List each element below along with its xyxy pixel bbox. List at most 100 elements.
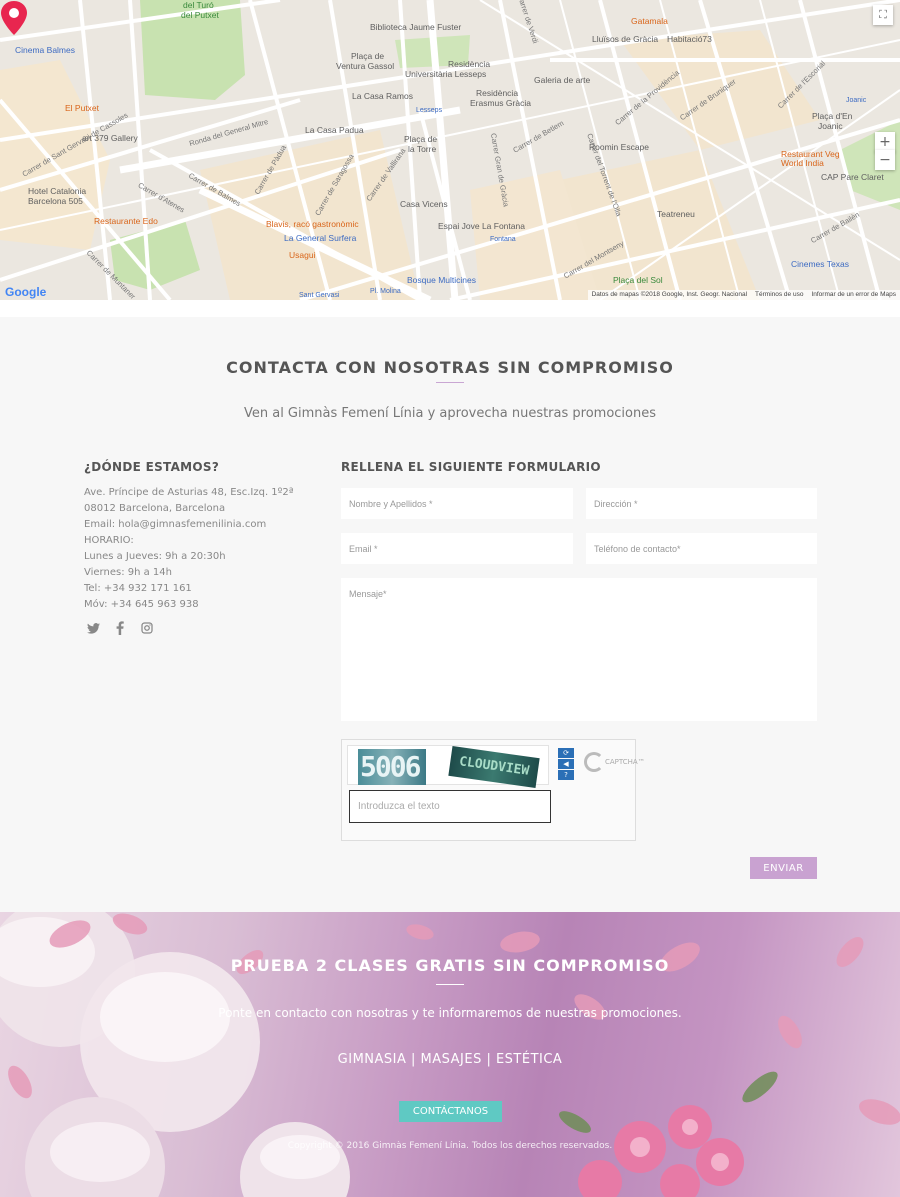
map-poi-galeria[interactable]: Galeria de arte [534, 75, 590, 85]
map-poi-cap-pare[interactable]: CAP Pare Claret [821, 172, 884, 182]
map-data-credit: Datos de mapas ©2018 Google, Inst. Geogr… [591, 291, 748, 298]
instagram-icon[interactable] [140, 621, 154, 635]
captcha-controls: ⟳ ◀ ? [558, 748, 574, 780]
map-poi-placa-torre-2: la Torre [408, 144, 437, 154]
map-poi-teatreneu[interactable]: Teatreneu [657, 209, 695, 219]
divider-band [0, 300, 900, 317]
map-report-link[interactable]: Informar de un error de Maps [811, 290, 896, 300]
name-input[interactable]: Nombre y Apellidos * [341, 488, 573, 519]
map-poi-cinemes-texas[interactable]: Cinemes Texas [791, 259, 849, 269]
captcha-text-right: CLOUDVIEW [448, 746, 540, 788]
captcha-placeholder: Introduzca el texto [358, 801, 440, 812]
location-pin-icon[interactable] [0, 0, 28, 36]
map-poi-placa-ventura: Plaça de [351, 51, 385, 61]
map-poi-usagui[interactable]: Usagui [289, 250, 315, 260]
map-poi-restaurante-edo[interactable]: Restaurante Edo [94, 216, 158, 226]
mobile-line[interactable]: Móv: +34 645 963 938 [84, 597, 293, 613]
hours-line: Viernes: 9h a 14h [84, 567, 172, 578]
map-poi-hotel-catalonia[interactable]: Hotel Catalonia [28, 186, 86, 196]
fullscreen-icon[interactable]: ⛶ [873, 5, 893, 25]
twitter-icon[interactable] [86, 621, 100, 635]
copyright-text: Copyright © 2016 Gimnàs Femení Línia. To… [287, 1141, 613, 1151]
contact-subtitle: Ven al Gimnàs Femení Línia y aprovecha n… [243, 406, 657, 421]
map-poi-placa-joanic: Plaça d'En [812, 111, 853, 121]
map-terms-link[interactable]: Términos de uso [755, 290, 803, 300]
map-poi-casa-vicens[interactable]: Casa Vicens [400, 199, 448, 209]
captcha-logo: CAPTCHA™ [584, 752, 645, 772]
audio-icon[interactable]: ◀ [558, 759, 574, 769]
where-title: ¿DÓNDE ESTAMOS? [84, 460, 220, 474]
facebook-icon[interactable] [113, 621, 127, 635]
form-title: RELLENA EL SIGUIENTE FORMULARIO [341, 460, 601, 474]
hero-services: GIMNASIA | MASAJES | ESTÉTICA [337, 1052, 563, 1067]
captcha-logo-text: CAPTCHA™ [605, 758, 645, 766]
address-placeholder: Dirección * [594, 498, 638, 509]
captcha-input[interactable]: Introduzca el texto [349, 790, 551, 823]
hours-label: HORARIO: [84, 535, 134, 546]
phone-input[interactable]: Teléfono de contacto* [586, 533, 817, 564]
map-poi-la-casa-padua[interactable]: La Casa Padua [305, 125, 364, 135]
map-poi-el-putxet[interactable]: El Putxet [65, 103, 99, 113]
contact-us-button[interactable]: CONTÁCTANOS [399, 1101, 502, 1122]
map-poi-placa-torre: Plaça de [404, 134, 438, 144]
help-icon[interactable]: ? [558, 770, 574, 780]
email-input[interactable]: Email * [341, 533, 573, 564]
map-poi-bosque[interactable]: Bosque Multicines [407, 275, 476, 285]
google-logo-text: Google [5, 285, 47, 299]
title-divider [436, 382, 464, 383]
address-line: Ave. Príncipe de Asturias 48, Esc.Izq. 1… [84, 487, 294, 498]
map-poi-placa-joanic-2: Joanic [818, 121, 843, 131]
zoom-in-button[interactable]: + [875, 132, 895, 152]
hours-line: Lunes a Jueves: 9h a 20:30h [84, 551, 226, 562]
map-poi-residencia-2: Universitària Lesseps [405, 69, 487, 79]
map-poi-placa-ventura-2: Ventura Gassol [336, 61, 395, 71]
message-textarea[interactable]: Mensaje* [341, 578, 817, 721]
map-poi-veg-world-2: World India [781, 158, 824, 168]
address-line: 08012 Barcelona, Barcelona [84, 503, 226, 514]
captcha-text-left: 5006 [358, 749, 426, 785]
map-poi-la-casa-ramos[interactable]: La Casa Ramos [352, 91, 413, 101]
google-logo: Google [5, 285, 46, 299]
social-links [86, 621, 154, 635]
refresh-icon[interactable]: ⟳ [558, 748, 574, 758]
hero-subtitle: Ponte en contacto con nosotras y te info… [218, 1006, 682, 1020]
map-metro-lesseps[interactable]: Lesseps [416, 106, 442, 116]
map-rail-sant-gervasi[interactable]: Sant Gervasi [299, 291, 339, 300]
address-block: Ave. Príncipe de Asturias 48, Esc.Izq. 1… [84, 485, 293, 613]
captcha-ring-icon [584, 752, 604, 772]
google-map[interactable]: Cinema Balmes El Putxet art 379 Gallery … [0, 0, 900, 300]
hero-title: PRUEBA 2 CLASES GRATIS SIN COMPROMISO [230, 956, 670, 975]
email-placeholder: Email * [349, 543, 378, 554]
map-footer: Datos de mapas ©2018 Google, Inst. Geogr… [587, 290, 900, 300]
map-rail-pl-molina[interactable]: Pl. Molina [370, 287, 401, 297]
map-park-turo: del Turó [183, 0, 214, 10]
map-poi-residencia[interactable]: Residència [448, 59, 490, 69]
address-input[interactable]: Dirección * [586, 488, 817, 519]
hero-divider [436, 984, 464, 985]
message-placeholder: Mensaje* [349, 589, 387, 599]
zoom-out-button[interactable]: − [875, 150, 895, 170]
map-poi-residencia-erasmus[interactable]: Residència [476, 88, 518, 98]
captcha-image: 5006 CLOUDVIEW [347, 745, 549, 788]
phone-line[interactable]: Tel: +34 932 171 161 [84, 581, 293, 597]
email-line[interactable]: Email: hola@gimnasfemenilinia.com [84, 517, 293, 533]
phone-placeholder: Teléfono de contacto* [594, 543, 681, 554]
map-poi-hotel-catalonia-2: Barcelona 505 [28, 196, 83, 206]
promo-hero: PRUEBA 2 CLASES GRATIS SIN COMPROMISO Po… [0, 912, 900, 1197]
map-metro-joanic[interactable]: Joanic [846, 96, 866, 106]
send-button[interactable]: ENVIAR [750, 857, 817, 879]
map-poi-cinema-balmes[interactable]: Cinema Balmes [15, 45, 75, 55]
captcha-widget: 5006 CLOUDVIEW ⟳ ◀ ? CAPTCHA™ Introduzca… [341, 739, 645, 841]
map-poi-gatamala[interactable]: Gatamala [631, 16, 668, 26]
map-poi-la-general[interactable]: La General Surfera [284, 233, 356, 243]
map-park-turo-2: del Putxet [181, 10, 219, 20]
map-metro-fontana[interactable]: Fontana [490, 235, 516, 245]
map-poi-placa-sol[interactable]: Plaça del Sol [613, 275, 663, 285]
map-poi-residencia-erasmus-2: Erasmus Gràcia [470, 98, 531, 108]
map-poi-biblioteca[interactable]: Biblioteca Jaume Fuster [370, 22, 461, 32]
map-poi-lluisos[interactable]: Lluïsos de Gràcia [592, 34, 658, 44]
map-poi-blavis[interactable]: Blavis, racó gastronòmic [266, 219, 359, 229]
map-poi-habitacio73[interactable]: Habitació73 [667, 34, 712, 44]
map-canvas [0, 0, 900, 300]
map-poi-espai-jove[interactable]: Espai Jove La Fontana [438, 221, 525, 231]
